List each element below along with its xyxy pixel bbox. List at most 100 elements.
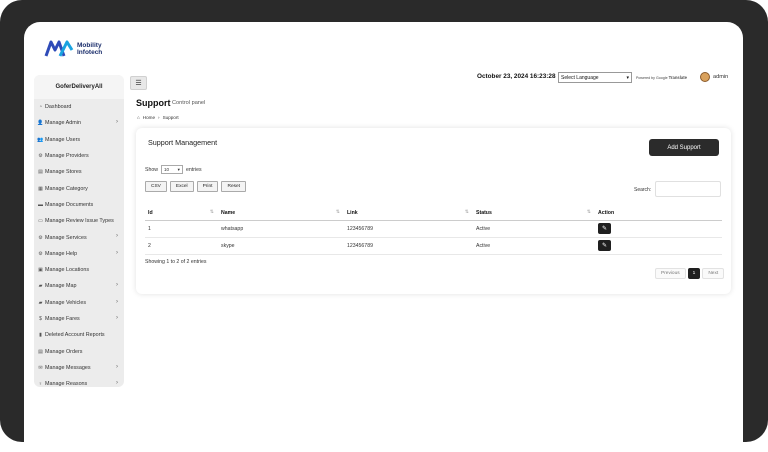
sidebar-item-manage-vehicles[interactable]: ▰ Manage Vehicles ›: [34, 295, 124, 311]
column-header-label: Status: [476, 210, 492, 217]
sidebar-item-manage-documents[interactable]: ▬ Manage Documents: [34, 197, 124, 213]
gauge-icon: ◔: [38, 104, 43, 111]
sidebar-item-manage-stores[interactable]: ▤ Manage Stores: [34, 164, 124, 180]
cell-status: Active: [473, 237, 595, 255]
sidebar-item-label: Dashboard: [45, 104, 72, 111]
sidebar-menu: ◔ Dashboard 👤 Manage Admin › 👥 Manage Users ⚙ Ma…: [34, 99, 124, 392]
support-table: Id ⇅ Name ⇅ Link ⇅ Status ⇅ Action 1 whatsap…: [145, 207, 722, 255]
excel-button[interactable]: Excel: [169, 181, 194, 192]
brand-line-1: Mobility: [77, 42, 102, 49]
sidebar-item-dashboard[interactable]: ◔ Dashboard: [34, 99, 124, 115]
sidebar-item-label: Manage Category: [45, 185, 88, 192]
sidebar-item-label: Deleted Account Reports: [45, 332, 105, 339]
previous-page-button[interactable]: Previous: [655, 268, 686, 279]
reset-button[interactable]: Reset: [221, 181, 247, 192]
sidebar-item-label: Manage Locations: [45, 267, 90, 274]
add-support-button[interactable]: Add Support: [649, 139, 719, 156]
pagination: Previous 1 Next: [655, 268, 725, 279]
powered-by-text: Powered by: [636, 76, 655, 80]
brand-logo[interactable]: Mobility Infotech: [44, 38, 102, 60]
sidebar-item-manage-category[interactable]: ▦ Manage Category: [34, 180, 124, 196]
menu-toggle-button[interactable]: ☰: [130, 76, 147, 90]
sidebar-title: GoferDeliveryAll: [34, 75, 124, 99]
cell-status: Active: [473, 220, 595, 238]
current-datetime: October 23, 2024 16:23:28: [477, 73, 556, 80]
sidebar-item-manage-fares[interactable]: $ Manage Fares ›: [34, 311, 124, 327]
table-row: 1 whatsapp 123456789 Active ✎: [145, 220, 722, 238]
chevron-right-icon: ›: [116, 249, 118, 256]
chevron-right-icon: ›: [116, 380, 118, 387]
sidebar-item-manage-services[interactable]: ⚙ Manage Services ›: [34, 229, 124, 245]
sidebar: GoferDeliveryAll ◔ Dashboard 👤 Manage Admin…: [34, 75, 124, 387]
bulb-icon: ♀: [38, 381, 43, 388]
translate-link[interactable]: Translate: [669, 75, 687, 80]
document-icon: ▬: [38, 201, 43, 208]
edit-icon: ✎: [601, 243, 608, 249]
sidebar-item-manage-users[interactable]: 👥 Manage Users: [34, 132, 124, 148]
edit-button[interactable]: ✎: [598, 240, 611, 251]
show-label: Show: [145, 166, 158, 173]
sidebar-item-manage-review-issue-types[interactable]: ▭ Manage Review Issue Types: [34, 213, 124, 229]
column-header-label: Name: [221, 210, 236, 217]
sidebar-item-manage-orders[interactable]: ▤ Manage Orders: [34, 343, 124, 359]
chevron-down-icon: ▾: [177, 166, 180, 172]
page-length-value: 10: [163, 167, 170, 172]
sidebar-item-deleted-account-reports[interactable]: ▮ Deleted Account Reports: [34, 327, 124, 343]
table-header-row: Id ⇅ Name ⇅ Link ⇅ Status ⇅ Action: [145, 207, 722, 221]
avatar[interactable]: [700, 72, 710, 82]
cell-id: 2: [145, 237, 218, 255]
car-icon: ▰: [38, 283, 43, 290]
sidebar-item-label: Manage Users: [45, 136, 81, 143]
chevron-down-icon: ▾: [626, 74, 629, 81]
search-input[interactable]: [655, 181, 721, 197]
language-select[interactable]: Select Language ▾: [558, 72, 632, 83]
export-buttons: CSV Excel Print Reset: [145, 181, 247, 192]
chevron-right-icon: ›: [116, 282, 118, 289]
column-header-name[interactable]: Name ⇅: [218, 207, 344, 221]
page-title: Support: [136, 98, 171, 108]
chevron-right-icon: ›: [116, 119, 118, 126]
cell-link: 123456789: [344, 220, 473, 238]
next-page-button[interactable]: Next: [702, 268, 725, 279]
cell-action: ✎: [595, 237, 722, 255]
breadcrumb-home[interactable]: Home: [143, 115, 155, 120]
google-text: Google: [655, 76, 668, 80]
sidebar-item-manage-messages[interactable]: ✉ Manage Messages ›: [34, 360, 124, 376]
sidebar-item-manage-map[interactable]: ▰ Manage Map ›: [34, 278, 124, 294]
sidebar-item-manage-help[interactable]: ⚙ Manage Help ›: [34, 246, 124, 262]
dollar-icon: $: [39, 316, 42, 322]
print-button[interactable]: Print: [196, 181, 219, 192]
cell-action: ✎: [595, 220, 722, 238]
card-title: Support Management: [148, 138, 218, 147]
google-translate-credit: Powered by Google Translate: [636, 75, 687, 80]
edit-button[interactable]: ✎: [598, 223, 611, 234]
envelope-icon: ✉: [38, 364, 43, 371]
hamburger-icon: ☰: [135, 80, 142, 87]
sidebar-item-manage-admin[interactable]: 👤 Manage Admin ›: [34, 115, 124, 131]
column-header-link[interactable]: Link ⇅: [344, 207, 473, 221]
sidebar-item-label: Manage Documents: [45, 201, 94, 208]
sidebar-item-manage-providers[interactable]: ⚙ Manage Providers: [34, 148, 124, 164]
page-button-current[interactable]: 1: [687, 268, 701, 279]
csv-button[interactable]: CSV: [145, 181, 167, 192]
sidebar-item-label: Manage Vehicles: [45, 299, 87, 306]
sidebar-item-label: Manage Review Issue Types: [45, 218, 114, 225]
breadcrumb: ⌂ Home › Support: [137, 115, 179, 120]
user-name[interactable]: admin: [713, 74, 728, 80]
sort-icon: ⇅: [209, 209, 214, 215]
store-icon: ▤: [38, 169, 43, 176]
page-length-select[interactable]: 10 ▾: [160, 165, 183, 174]
entries-label: entries: [185, 166, 202, 173]
column-header-status[interactable]: Status ⇅: [473, 207, 595, 221]
sidebar-item-manage-reasons[interactable]: ♀ Manage Reasons ›: [34, 376, 124, 392]
column-header-id[interactable]: Id ⇅: [145, 207, 218, 221]
cell-link: 123456789: [344, 237, 473, 255]
breadcrumb-current: Support: [162, 115, 179, 120]
sidebar-item-manage-locations[interactable]: ▣ Manage Locations: [34, 262, 124, 278]
chevron-right-icon: ›: [116, 363, 118, 370]
column-header-action: Action: [595, 207, 722, 221]
sidebar-item-label: Manage Messages: [45, 364, 91, 371]
providers-icon: ⚙: [38, 153, 43, 160]
chevron-right-icon: ›: [116, 298, 118, 305]
user-plus-icon: 👤: [37, 120, 44, 127]
